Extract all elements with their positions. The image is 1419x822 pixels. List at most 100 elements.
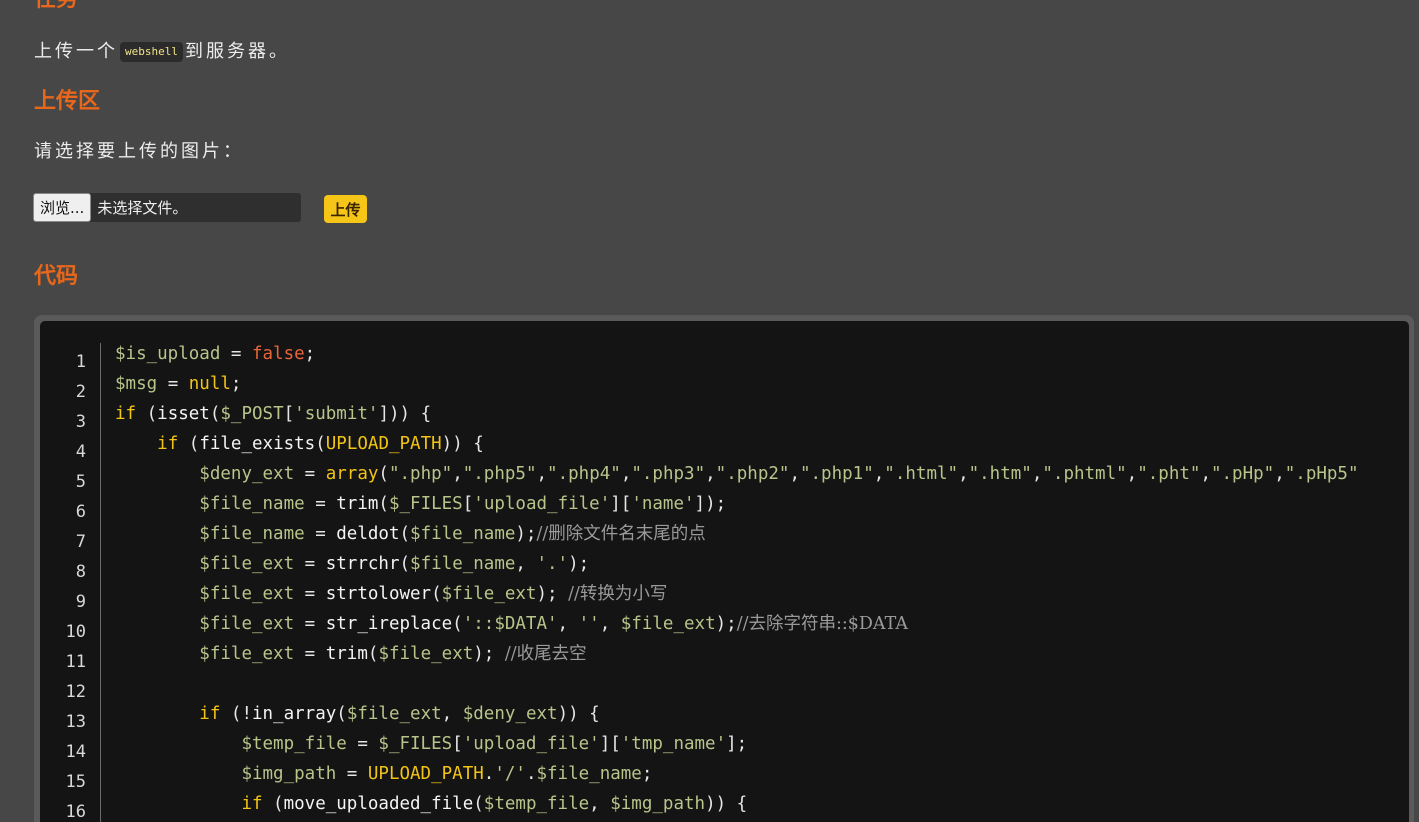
code-token: file_exists — [199, 434, 316, 454]
code-token: , — [589, 794, 611, 814]
code-token: = — [294, 584, 326, 604]
code-token: . — [525, 764, 537, 784]
task-description: 上传一个 webshell 到服务器。 — [34, 40, 290, 64]
code-token: ( — [315, 434, 326, 454]
code-token: //收尾去空 — [504, 644, 587, 664]
code-token: ); — [515, 524, 537, 544]
code-token: $_FILES — [378, 734, 453, 754]
code-line: $temp_file = $_FILES['upload_file']['tmp… — [115, 729, 1359, 759]
code-token: (! — [220, 704, 252, 724]
upload-submit-button[interactable]: 上传 — [324, 195, 367, 223]
code-token: 'submit' — [294, 404, 379, 424]
code-token: $file_ext — [199, 614, 295, 634]
line-number: 13 — [65, 712, 86, 732]
code-token: , — [452, 464, 463, 484]
code-token: $file_ext — [620, 614, 716, 634]
code-token: $file_name — [199, 524, 305, 544]
code-token: ".php5" — [462, 464, 537, 484]
code-token: ".htm" — [968, 464, 1032, 484]
line-number: 8 — [75, 562, 86, 582]
code-token: 'upload_file' — [473, 494, 611, 514]
file-input[interactable]: 浏览... 未选择文件。 — [33, 193, 301, 222]
code-token: $temp_file — [241, 734, 347, 754]
line-number: 5 — [75, 472, 86, 492]
code-token: ".pht" — [1137, 464, 1201, 484]
line-number: 12 — [65, 682, 86, 702]
code-token: $is_upload — [115, 344, 221, 364]
line-number: 1 — [75, 352, 86, 372]
webshell-code-tag: webshell — [120, 42, 183, 62]
code-token: ".php4" — [547, 464, 621, 484]
code-token: strrchr — [325, 554, 400, 574]
code-token: , — [1200, 464, 1211, 484]
code-token: isset — [157, 404, 210, 424]
code-token: ][ — [599, 734, 621, 754]
code-token: ( — [367, 644, 379, 664]
code-line: if (file_exists(UPLOAD_PATH)) { — [115, 429, 1359, 459]
code-token: ( — [262, 794, 284, 814]
code-token: , — [441, 704, 463, 724]
code-token: 'upload_file' — [462, 734, 600, 754]
code-token: = — [294, 464, 326, 484]
no-file-selected-label: 未选择文件。 — [97, 199, 188, 217]
code-token: [ — [452, 734, 463, 754]
code-token: $temp_file — [483, 794, 590, 814]
code-block: 1 2 3 4 5 6 7 8 9 10 11 12 13 14 15 16 $is_upload = fal… — [40, 321, 1409, 822]
code-token: ".php2" — [715, 464, 790, 484]
line-number-gutter: 1 2 3 4 5 6 7 8 9 10 11 12 13 14 15 16 — [40, 343, 101, 822]
line-number: 10 — [65, 622, 86, 642]
code-token: ); — [568, 554, 590, 574]
line-number: 4 — [75, 442, 86, 462]
browse-button[interactable]: 浏览... — [33, 193, 92, 222]
code-token: = — [336, 764, 368, 784]
task-heading: 任务 — [34, 0, 78, 14]
code-token: $file_name — [199, 494, 305, 514]
code-token: $_POST — [220, 404, 284, 424]
code-token: ( — [399, 554, 411, 574]
code-token: ]); — [694, 494, 727, 514]
code-token: //转换为小写 — [568, 584, 668, 604]
code-token: , — [515, 554, 537, 574]
code-token: in_array — [251, 704, 337, 724]
code-token: ; — [641, 764, 653, 784]
code-token: , — [557, 614, 579, 634]
code-token: $deny_ext — [462, 704, 558, 724]
task-text-after: 到服务器。 — [184, 41, 290, 62]
code-token: , — [705, 464, 716, 484]
code-token: ; — [230, 374, 242, 394]
code-token: if — [241, 794, 263, 814]
code-line: $deny_ext = array(".php",".php5",".php4"… — [115, 459, 1358, 489]
code-token: ".php1" — [799, 464, 874, 484]
code-token: '/' — [494, 764, 526, 784]
line-number: 15 — [65, 772, 86, 792]
code-token: = — [304, 524, 337, 544]
task-text-before: 上传一个 — [34, 41, 118, 62]
code-token: = — [294, 614, 326, 634]
code-line: $file_name = deldot($file_name);//删除文件名末… — [115, 519, 1359, 549]
code-token: , — [1274, 464, 1285, 484]
code-token: [ — [283, 404, 295, 424]
code-token: ( — [452, 614, 463, 634]
code-token: , — [1031, 464, 1043, 484]
code-token: ); — [536, 584, 569, 604]
code-line: if (!in_array($file_ext, $deny_ext)) { — [115, 699, 1359, 729]
code-token: strtolower — [325, 584, 432, 604]
code-line: $file_ext = strrchr($file_name, '.'); — [115, 549, 1359, 579]
code-token: ); — [473, 644, 505, 664]
code-token: , — [599, 614, 621, 634]
code-token: ( — [336, 704, 347, 724]
code-token: $file_ext — [378, 644, 474, 664]
code-line: $is_upload = false; — [115, 339, 1359, 369]
code-token: $img_path — [241, 764, 337, 784]
code-token: false — [251, 344, 305, 364]
code-token: , — [620, 464, 632, 484]
code-lines: $is_upload = false; $msg = null; if (isset… — [115, 339, 1359, 819]
